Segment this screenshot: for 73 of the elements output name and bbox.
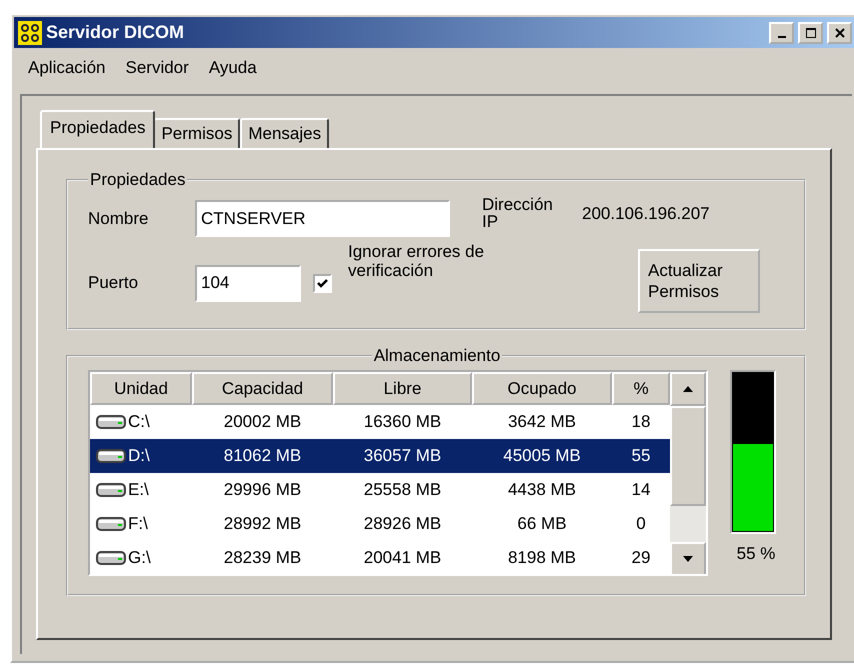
- table-cell: 4438 MB: [508, 480, 576, 500]
- scroll-down-button[interactable]: [670, 542, 706, 574]
- table-cell: 3642 MB: [508, 412, 576, 432]
- table-row[interactable]: E:\ 29996 MB 25558 MB 4438 MB 14: [90, 473, 670, 507]
- table-cell: 28992 MB: [224, 514, 302, 534]
- tab[interactable]: Permisos: [153, 118, 240, 148]
- maximize-button[interactable]: [798, 22, 823, 44]
- tab[interactable]: Mensajes: [240, 118, 330, 148]
- tab[interactable]: Propiedades: [40, 110, 156, 148]
- up-arrow-icon: [682, 385, 694, 393]
- table-cell: 36057 MB: [364, 446, 442, 466]
- maximize-icon: [804, 26, 816, 38]
- table-cell: 20041 MB: [364, 548, 442, 568]
- input-field[interactable]: 104: [195, 264, 301, 302]
- update-button[interactable]: Actualizar Permisos: [638, 249, 760, 313]
- group-title: Propiedades: [89, 170, 186, 190]
- menu-item[interactable]: Servidor: [116, 58, 199, 78]
- scroll-thumb[interactable]: [670, 406, 706, 506]
- table-cell: 8198 MB: [508, 548, 576, 568]
- table-cell: 29996 MB: [224, 480, 302, 500]
- column-header[interactable]: %: [612, 372, 670, 405]
- menu-item[interactable]: Aplicación: [18, 58, 116, 78]
- scroll-bar[interactable]: [670, 372, 706, 574]
- table-cell: 66 MB: [517, 514, 567, 534]
- down-arrow-icon: [682, 555, 694, 563]
- table-cell: E:\: [128, 480, 149, 500]
- table-cell: 18: [632, 412, 650, 432]
- close-icon: [834, 26, 846, 38]
- field-label: Dirección IP: [482, 196, 554, 230]
- column-header[interactable]: Ocupado: [472, 372, 612, 405]
- field-label: Nombre: [88, 208, 150, 228]
- drive-icon: [96, 516, 126, 532]
- minimize-icon: [778, 36, 786, 38]
- group-title: Almacenamiento: [372, 346, 502, 366]
- table-cell: 28239 MB: [224, 548, 302, 568]
- table-cell: G:\: [128, 548, 151, 568]
- window-title: Servidor DICOM: [46, 22, 186, 43]
- drive-icon: [96, 482, 126, 498]
- close-button[interactable]: [827, 22, 852, 44]
- table-cell: 25558 MB: [364, 480, 442, 500]
- checkbox[interactable]: [313, 274, 332, 292]
- column-header[interactable]: Libre: [333, 372, 472, 405]
- table-cell: 81062 MB: [224, 446, 302, 466]
- minimize-button[interactable]: [769, 22, 794, 44]
- table-row[interactable]: D:\ 81062 MB 36057 MB 45005 MB 55: [90, 439, 670, 473]
- table-cell: 45005 MB: [503, 446, 581, 466]
- table-row[interactable]: C:\ 20002 MB 16360 MB 3642 MB 18: [90, 405, 670, 439]
- table-cell: D:\: [128, 446, 150, 466]
- input-field[interactable]: CTNSERVER: [195, 200, 450, 237]
- table-cell: 0: [636, 514, 646, 534]
- table-cell: 16360 MB: [364, 412, 442, 432]
- table-cell: 55: [632, 446, 650, 466]
- table-row[interactable]: G:\ 28239 MB 20041 MB 8198 MB 29: [90, 541, 670, 574]
- drive-icon: [96, 414, 126, 430]
- checkbox-label: Ignorar errores de verificación: [348, 243, 486, 280]
- ip-address-text: 200.106.196.207: [582, 204, 710, 224]
- scroll-up-button[interactable]: [670, 372, 706, 406]
- table-cell: 28926 MB: [364, 514, 442, 534]
- drive-icon: [96, 550, 126, 566]
- table-cell: C:\: [128, 412, 150, 432]
- check-icon: [316, 276, 329, 290]
- table-cell: 14: [632, 480, 650, 500]
- field-label: Puerto: [88, 273, 140, 293]
- usage-percent-text: 55 %: [736, 544, 776, 564]
- table-cell: 29: [632, 548, 650, 568]
- menu-item[interactable]: Ayuda: [198, 58, 267, 78]
- column-header[interactable]: Unidad: [90, 372, 192, 405]
- column-header[interactable]: Capacidad: [192, 372, 333, 405]
- table-cell: 20002 MB: [224, 412, 302, 432]
- drive-icon: [96, 448, 126, 464]
- table-row[interactable]: F:\ 28992 MB 28926 MB 66 MB 0: [90, 507, 670, 541]
- app-icon: [18, 20, 42, 44]
- table-cell: F:\: [128, 514, 148, 534]
